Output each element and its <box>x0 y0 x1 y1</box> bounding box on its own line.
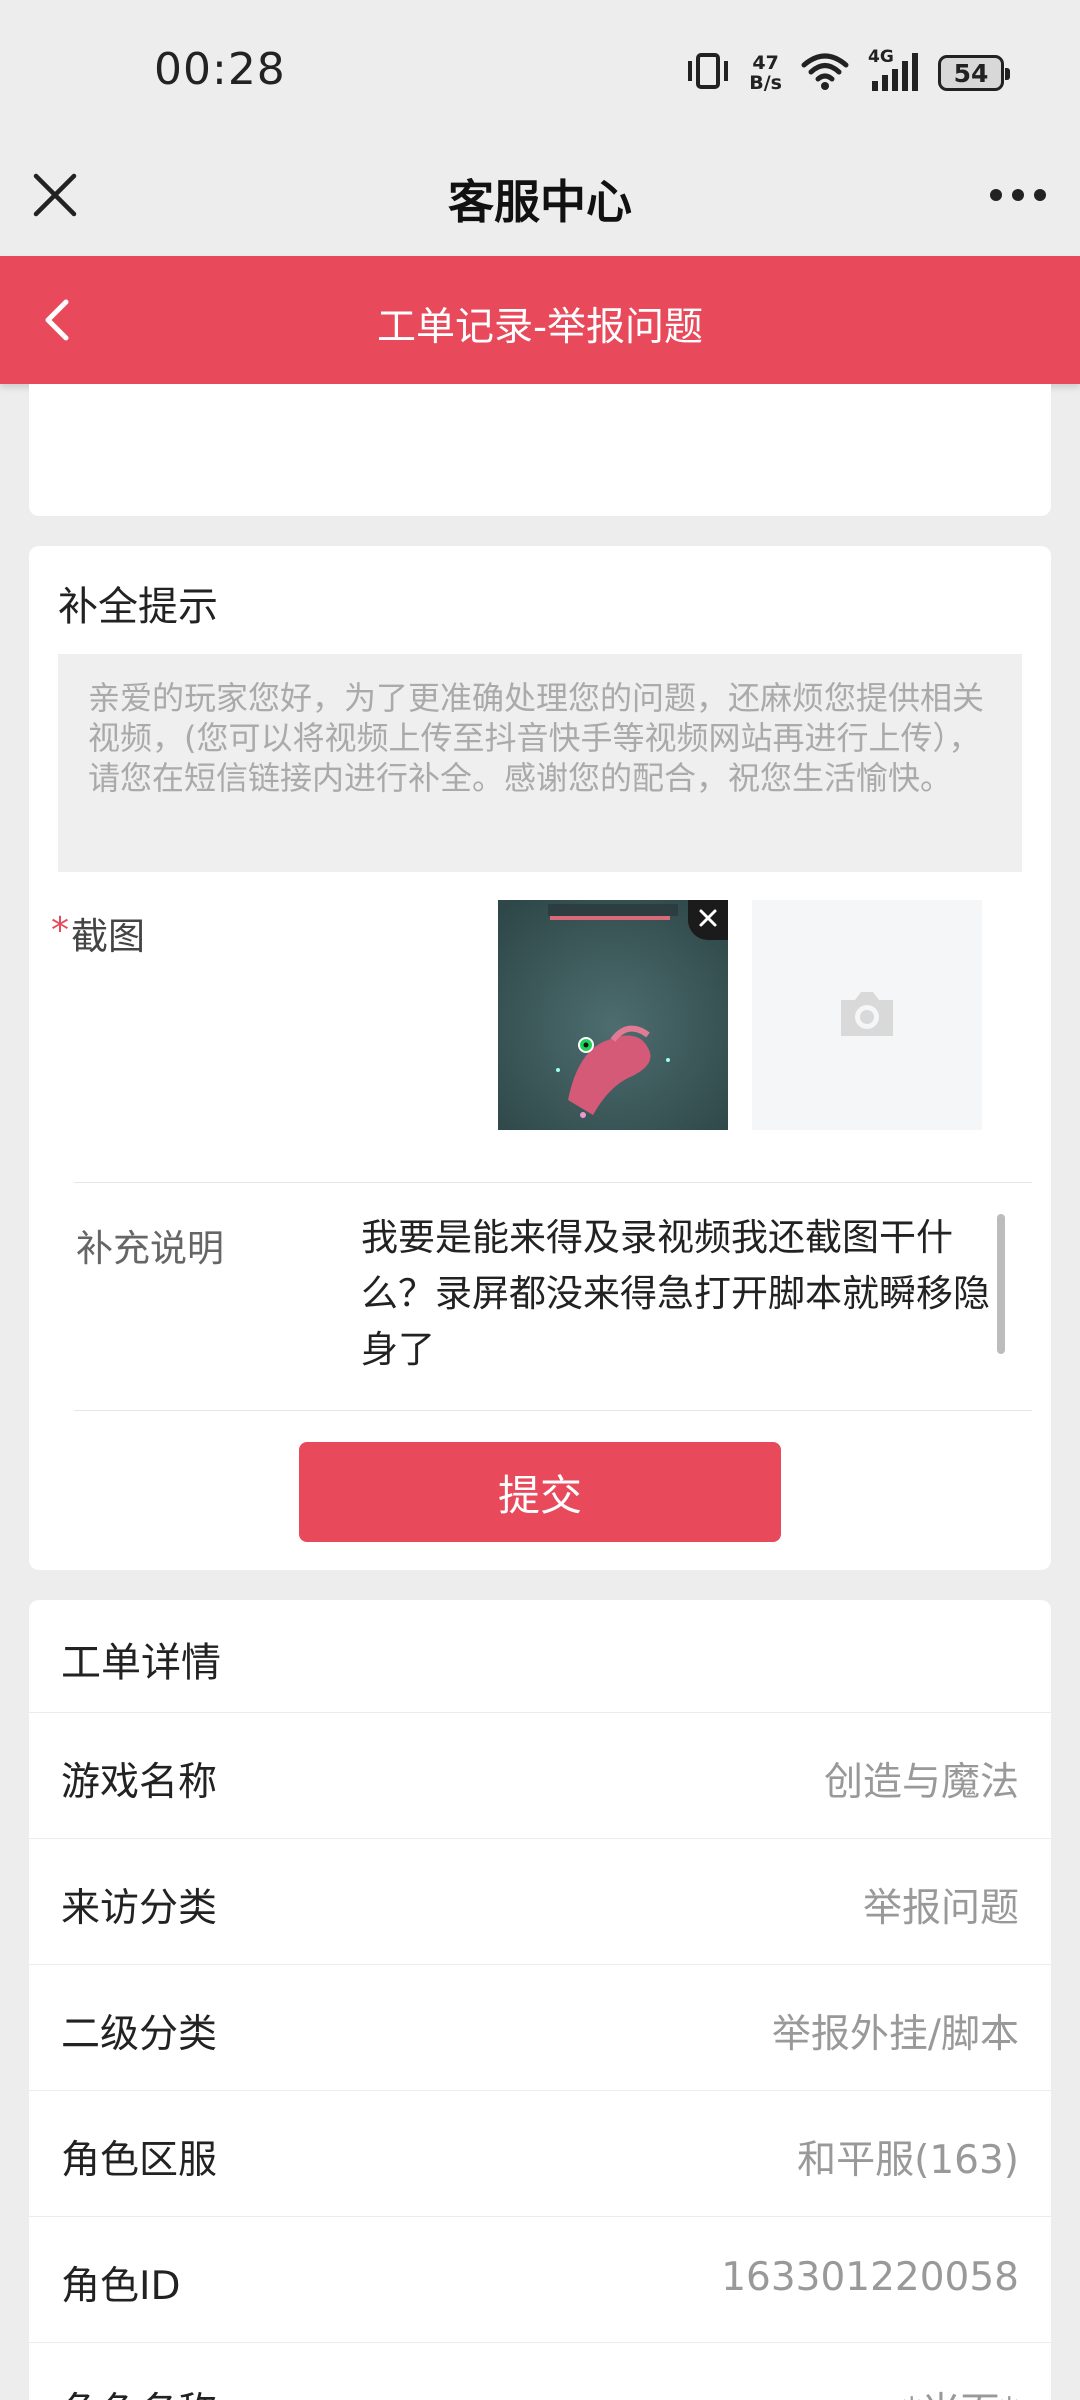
detail-row-value: 和平服(163) <box>797 2138 1019 2183</box>
detail-row-role-name: 角色名称 *米面* <box>29 2342 1051 2400</box>
network-speed-unit: B/s <box>749 72 782 94</box>
submit-button[interactable]: 提交 <box>299 1442 781 1542</box>
description-textarea[interactable]: 我要是能来得及录视频我还截图干什么？录屏都没来得急打开脚本就瞬移隐身了 <box>361 1210 1011 1374</box>
detail-row-server: 角色区服 和平服(163) <box>29 2090 1051 2216</box>
page-title: 客服中心 <box>448 175 632 229</box>
ticket-detail-card: 工单详情 游戏名称 创造与魔法 来访分类 举报问题 二级分类 举报外挂/脚本 角… <box>29 1600 1051 2400</box>
status-bar: 00:28 47 B/s 4G 54 <box>0 0 1080 140</box>
description-scrollbar[interactable] <box>997 1214 1005 1354</box>
detail-row-value: 举报问题 <box>862 1886 1019 1931</box>
network-speed-value: 47 <box>752 52 779 74</box>
title-bar: 客服中心 <box>0 140 1080 256</box>
description-label: 补充说明 <box>76 1227 224 1270</box>
detail-row-value: 举报外挂/脚本 <box>771 2012 1019 2057</box>
detail-row-key: 角色区服 <box>61 2138 218 2183</box>
add-screenshot-button[interactable] <box>752 900 982 1130</box>
detail-row-value: *米面* <box>902 2381 1019 2400</box>
battery-icon: 54 <box>938 55 1010 91</box>
detail-row-value: 163301220058 <box>721 2255 1019 2300</box>
detail-row-role-id: 角色ID 163301220058 <box>29 2216 1051 2342</box>
camera-icon <box>835 986 899 1044</box>
more-icon[interactable] <box>984 168 1052 222</box>
detail-row-key: 角色名称 <box>61 2381 217 2400</box>
detail-row-key: 来访分类 <box>61 1886 218 1931</box>
detail-row-key: 游戏名称 <box>61 1760 218 1805</box>
status-time: 00:28 <box>154 44 286 95</box>
vibrate-icon <box>685 51 731 95</box>
supplement-hint: 亲爱的玩家您好，为了更准确处理您的问题，还麻烦您提供相关视频，(您可以将视频上传… <box>58 654 1022 872</box>
supplement-card: 补全提示 亲爱的玩家您好，为了更准确处理您的问题，还麻烦您提供相关视频，(您可以… <box>29 546 1051 1570</box>
remove-screenshot-icon[interactable] <box>688 900 728 940</box>
detail-row-key: 二级分类 <box>61 2012 218 2057</box>
ticket-detail-title: 工单详情 <box>61 1640 221 1686</box>
battery-level: 54 <box>953 58 989 88</box>
detail-row-value: 创造与魔法 <box>823 1760 1019 1805</box>
detail-row-visit-category: 来访分类 举报问题 <box>29 1838 1051 1964</box>
detail-row-sub-category: 二级分类 举报外挂/脚本 <box>29 1964 1051 2090</box>
divider <box>74 1410 1032 1411</box>
divider <box>74 1182 1032 1183</box>
wifi-icon <box>800 51 850 95</box>
ticket-header: 工单记录-举报问题 <box>0 256 1080 384</box>
network-speed: 47 B/s <box>749 53 782 93</box>
supplement-title: 补全提示 <box>58 584 218 630</box>
previous-section-card <box>29 384 1051 516</box>
screenshot-label: 截图 <box>71 915 145 958</box>
ticket-header-title: 工单记录-举报问题 <box>376 305 704 350</box>
detail-row-game-name: 游戏名称 创造与魔法 <box>29 1712 1051 1838</box>
cellular-signal-icon: 4G <box>868 47 920 95</box>
status-icons: 47 B/s 4G 54 <box>685 47 1010 98</box>
detail-row-key: 角色ID <box>61 2264 181 2309</box>
required-mark: * <box>51 910 69 951</box>
